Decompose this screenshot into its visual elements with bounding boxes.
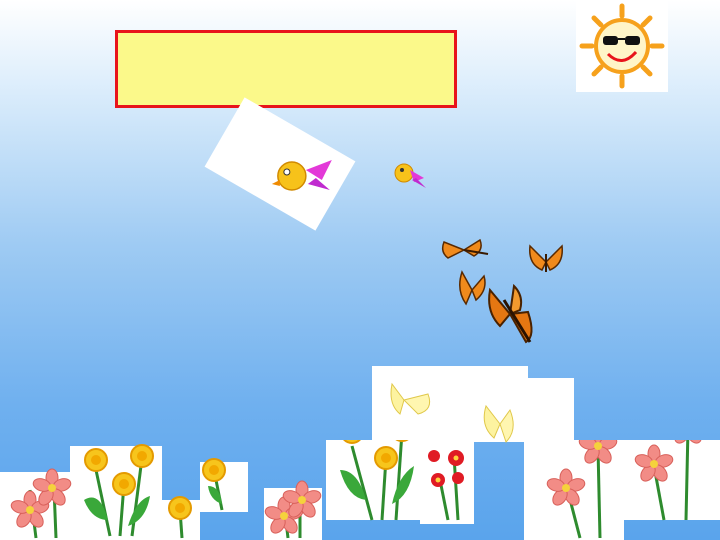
yellow-butterfly-icon xyxy=(390,382,431,415)
orange-butterfly-icon xyxy=(459,270,486,306)
yellow-bird-icon xyxy=(394,163,426,188)
yellow-bird-icon xyxy=(271,160,332,191)
orange-butterfly-icon xyxy=(529,244,563,272)
flower-meadow xyxy=(0,440,720,540)
orange-butterfly-icon xyxy=(441,238,489,259)
sun-card xyxy=(576,0,668,92)
dandelion-icon xyxy=(112,472,136,496)
title-box[interactable] xyxy=(115,30,457,108)
orange-butterfly-icon xyxy=(488,284,533,344)
dandelion-icon xyxy=(84,448,108,472)
bird-card xyxy=(204,97,356,231)
sun-with-sunglasses-icon xyxy=(579,3,665,89)
